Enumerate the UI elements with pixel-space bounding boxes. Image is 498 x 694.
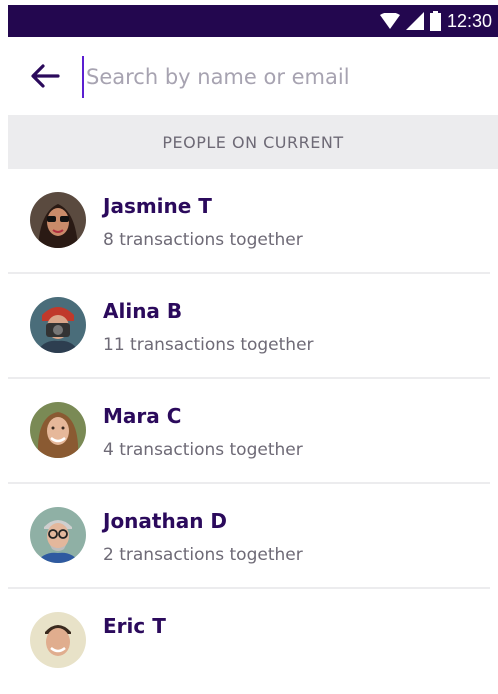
status-bar: 12:30 — [8, 5, 498, 37]
avatar — [30, 297, 86, 353]
text-cursor — [82, 56, 84, 98]
wifi-icon — [379, 13, 400, 29]
people-list: Jasmine T 8 transactions together Alina … — [8, 169, 498, 694]
avatar — [30, 402, 86, 458]
search-input[interactable] — [86, 57, 476, 97]
section-header: PEOPLE ON CURRENT — [8, 115, 498, 169]
list-item[interactable]: Alina B 11 transactions together — [8, 274, 498, 379]
avatar — [30, 612, 86, 668]
list-item[interactable]: Jonathan D 2 transactions together — [8, 484, 498, 589]
person-subtitle: 8 transactions together — [103, 230, 303, 250]
list-item[interactable]: Eric T — [8, 589, 498, 694]
arrow-left-icon — [31, 64, 60, 88]
person-name: Jonathan D — [103, 509, 228, 533]
back-button[interactable] — [28, 61, 62, 91]
person-name: Alina B — [103, 299, 183, 323]
person-name: Jasmine T — [103, 194, 212, 218]
search-bar — [8, 37, 498, 115]
avatar — [30, 507, 86, 563]
person-name: Eric T — [103, 614, 166, 638]
avatar — [30, 192, 86, 248]
person-subtitle: 4 transactions together — [103, 440, 303, 460]
signal-icon — [405, 12, 424, 30]
person-name: Mara C — [103, 404, 182, 428]
person-subtitle: 11 transactions together — [103, 335, 314, 355]
list-item[interactable]: Jasmine T 8 transactions together — [8, 169, 498, 274]
list-item[interactable]: Mara C 4 transactions together — [8, 379, 498, 484]
battery-icon — [429, 11, 441, 31]
person-subtitle: 2 transactions together — [103, 545, 303, 565]
status-time: 12:30 — [446, 10, 492, 31]
